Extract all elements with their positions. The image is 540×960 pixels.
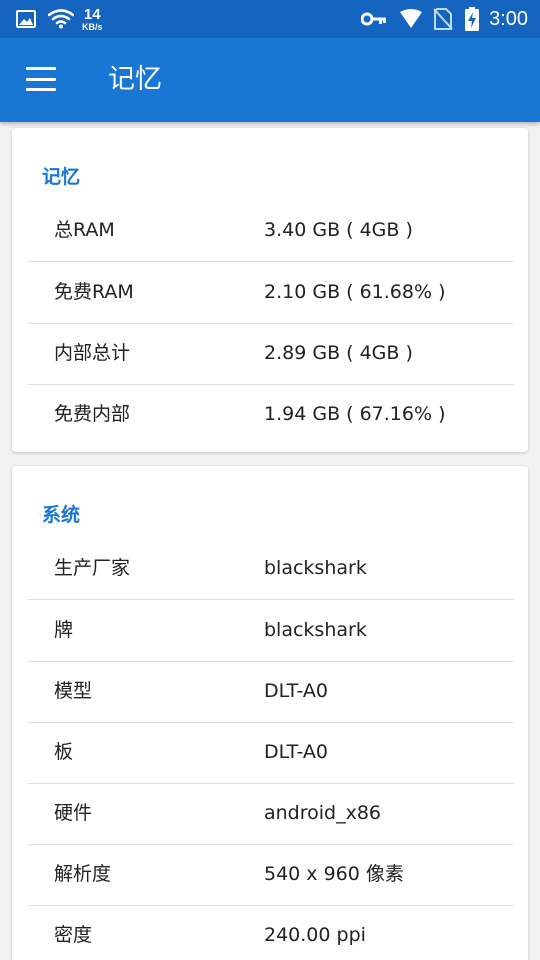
net-speed: 14 KB/s [82, 7, 103, 32]
info-row-resolution: 解析度 540 x 960 像素 [28, 844, 513, 906]
info-row-brand: 牌 blackshark [28, 600, 513, 662]
row-value: 2.89 GB ( 4GB ) [264, 342, 413, 364]
net-speed-unit: KB/s [82, 21, 103, 32]
row-label: 总RAM [54, 219, 115, 241]
battery-charging-icon [465, 7, 480, 31]
net-speed-value: 14 [83, 5, 101, 23]
info-row-manufacturer: 生产厂家 blackshark [28, 538, 513, 600]
no-sim-icon [433, 8, 453, 30]
row-value: 540 x 960 像素 [264, 863, 404, 885]
menu-icon[interactable] [26, 67, 56, 91]
memory-card-title: 记忆 [42, 166, 81, 188]
row-label: 牌 [54, 619, 74, 641]
status-bar: 14 KB/s 3:00 [0, 0, 540, 38]
system-card: 系统 生产厂家 blackshark 牌 blackshark 模型 DLT-A… [12, 466, 528, 960]
info-row-internal-free: 免费内部 1.94 GB ( 67.16% ) [28, 384, 513, 445]
row-label: 模型 [54, 680, 93, 702]
app-bar: 记忆 [0, 38, 540, 122]
row-value: 1.94 GB ( 67.16% ) [264, 403, 446, 425]
row-label: 板 [54, 741, 74, 763]
wifi-icon [48, 9, 74, 29]
signal-icon [399, 9, 423, 29]
info-row-model: 模型 DLT-A0 [28, 661, 513, 723]
info-row-density: 密度 240.00 ppi [28, 905, 513, 960]
row-label: 免费RAM [54, 281, 134, 303]
row-value: DLT-A0 [264, 680, 328, 702]
vpn-key-icon [361, 11, 387, 27]
row-label: 内部总计 [54, 342, 131, 364]
page-title: 记忆 [108, 64, 162, 95]
clock: 3:00 [489, 7, 528, 30]
row-value: blackshark [264, 557, 367, 579]
info-row-free-ram: 免费RAM 2.10 GB ( 61.68% ) [28, 262, 513, 324]
row-value: 2.10 GB ( 61.68% ) [264, 281, 446, 303]
info-row-hardware: 硬件 android_x86 [28, 783, 513, 845]
memory-card: 记忆 总RAM 3.40 GB ( 4GB ) 免费RAM 2.10 GB ( … [12, 128, 528, 452]
row-label: 解析度 [54, 863, 112, 885]
row-value: 240.00 ppi [264, 924, 366, 946]
row-label: 密度 [54, 924, 93, 946]
system-card-title: 系统 [42, 504, 81, 526]
info-row-internal-total: 内部总计 2.89 GB ( 4GB ) [28, 323, 513, 385]
info-row-board: 板 DLT-A0 [28, 722, 513, 784]
content-scroll[interactable]: 记忆 总RAM 3.40 GB ( 4GB ) 免费RAM 2.10 GB ( … [0, 122, 540, 960]
row-value: blackshark [264, 619, 367, 641]
info-row-total-ram: 总RAM 3.40 GB ( 4GB ) [28, 200, 513, 262]
row-label: 生产厂家 [54, 557, 131, 579]
row-value: DLT-A0 [264, 741, 328, 763]
row-label: 硬件 [54, 802, 93, 824]
row-value: 3.40 GB ( 4GB ) [264, 219, 413, 241]
image-icon [16, 10, 36, 28]
row-label: 免费内部 [54, 403, 131, 425]
row-value: android_x86 [264, 802, 382, 824]
